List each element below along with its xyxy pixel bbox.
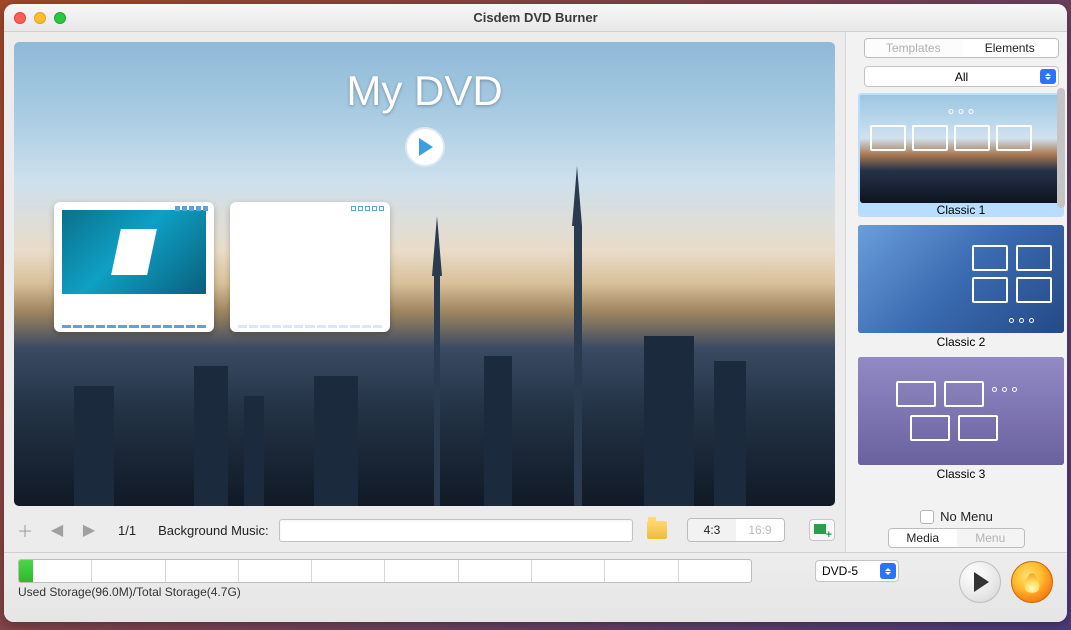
tab-elements[interactable]: Elements	[962, 39, 1059, 57]
sidebar-scrollbar[interactable]	[1057, 88, 1065, 492]
no-menu-label: No Menu	[940, 509, 993, 524]
background-music-input[interactable]	[279, 519, 633, 542]
background-music-label: Background Music:	[158, 523, 269, 538]
window-title: Cisdem DVD Burner	[4, 10, 1067, 25]
page-indicator: 1/1	[118, 523, 136, 538]
preview-play-button[interactable]	[959, 561, 1001, 603]
chapter-thumbnail-1[interactable]	[54, 202, 214, 332]
aspect-ratio-segment: 4:3 16:9	[687, 518, 785, 542]
sidebar-bottom-tabs: Media Menu	[888, 528, 1025, 548]
preview-toolbar: ＋ ◀ ▶ 1/1 Background Music: 4:3 16:9	[14, 512, 835, 548]
storage-label: Used Storage(96.0M)/Total Storage(4.7G)	[18, 585, 805, 599]
tab-templates[interactable]: Templates	[865, 39, 962, 57]
sidebar-top-tabs: Templates Elements	[864, 38, 1059, 58]
add-media-icon[interactable]	[809, 519, 835, 541]
storage-fill	[19, 560, 33, 582]
footer: Used Storage(96.0M)/Total Storage(4.7G) …	[4, 552, 1067, 622]
no-menu-checkbox[interactable]	[920, 510, 934, 524]
next-page-icon[interactable]: ▶	[78, 519, 100, 541]
template-item-classic-2[interactable]: Classic 2	[858, 225, 1064, 349]
disc-type-select[interactable]: DVD-5	[815, 560, 899, 582]
dropdown-icon	[1040, 69, 1056, 84]
sidebar: Templates Elements All	[845, 32, 1067, 552]
close-window-button[interactable]	[14, 12, 26, 24]
tab-media[interactable]: Media	[889, 529, 957, 547]
template-label: Classic 1	[860, 203, 1062, 217]
template-label: Classic 3	[858, 467, 1064, 481]
ratio-16-9-button[interactable]: 16:9	[736, 519, 784, 541]
storage-area: Used Storage(96.0M)/Total Storage(4.7G)	[18, 559, 805, 599]
chapter-thumbnails	[54, 202, 390, 332]
browse-music-icon[interactable]	[647, 521, 667, 539]
add-icon[interactable]: ＋	[14, 519, 36, 541]
zoom-window-button[interactable]	[54, 12, 66, 24]
storage-bar	[18, 559, 752, 583]
burn-button[interactable]	[1011, 561, 1053, 603]
window-controls	[14, 12, 66, 24]
template-list: Classic 1 Classic 2	[858, 93, 1067, 503]
ratio-4-3-button[interactable]: 4:3	[688, 519, 736, 541]
dvd-title-text[interactable]: My DVD	[14, 67, 835, 115]
app-window: Cisdem DVD Burner My DVD	[4, 4, 1067, 622]
template-item-classic-3[interactable]: Classic 3	[858, 357, 1064, 481]
minimize-window-button[interactable]	[34, 12, 46, 24]
dvd-menu-preview[interactable]: My DVD	[14, 42, 835, 506]
template-item-classic-1[interactable]: Classic 1	[858, 93, 1064, 217]
template-filter-select[interactable]: All	[864, 66, 1059, 87]
titlebar: Cisdem DVD Burner	[4, 4, 1067, 32]
dropdown-icon	[880, 563, 896, 579]
template-label: Classic 2	[858, 335, 1064, 349]
no-menu-row: No Menu	[846, 509, 1067, 524]
disc-type-value: DVD-5	[822, 564, 858, 578]
tab-menu[interactable]: Menu	[957, 529, 1025, 547]
prev-page-icon[interactable]: ◀	[46, 519, 68, 541]
main-area: My DVD ＋ ◀ ▶ 1/1	[4, 32, 845, 552]
play-icon[interactable]	[405, 127, 445, 167]
template-filter-value: All	[955, 70, 968, 84]
chapter-thumbnail-2[interactable]	[230, 202, 390, 332]
